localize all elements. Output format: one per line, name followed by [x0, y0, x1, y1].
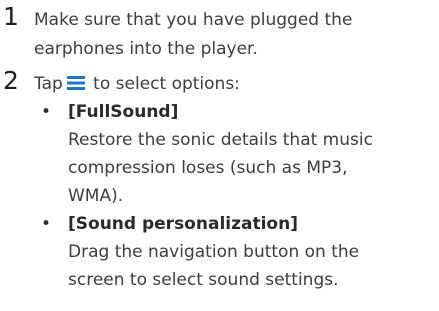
option-title: [Sound personalization]: [68, 214, 298, 234]
bullet: •: [41, 102, 52, 122]
option-description-line: Restore the sonic details that music: [68, 130, 373, 150]
step-text-line: Make sure that you have plugged the: [34, 10, 353, 30]
bullet: •: [41, 214, 52, 234]
option-description-line: Drag the navigation button on the: [68, 242, 360, 262]
option-description-line: screen to select sound settings.: [68, 270, 339, 290]
step-number: 1: [3, 2, 19, 31]
option-description-line: compression loses (such as MP3,: [68, 158, 348, 178]
option-title: [FullSound]: [68, 102, 179, 122]
menu-icon: [66, 76, 85, 90]
step-text-before-icon: Tap: [34, 74, 63, 94]
step-number: 2: [3, 66, 19, 95]
option-description-line: WMA).: [68, 186, 124, 206]
step-text-line: earphones into the player.: [34, 39, 258, 59]
step-text-after-icon: to select options:: [87, 74, 240, 94]
step-text-line: Tap to select options:: [34, 76, 240, 93]
